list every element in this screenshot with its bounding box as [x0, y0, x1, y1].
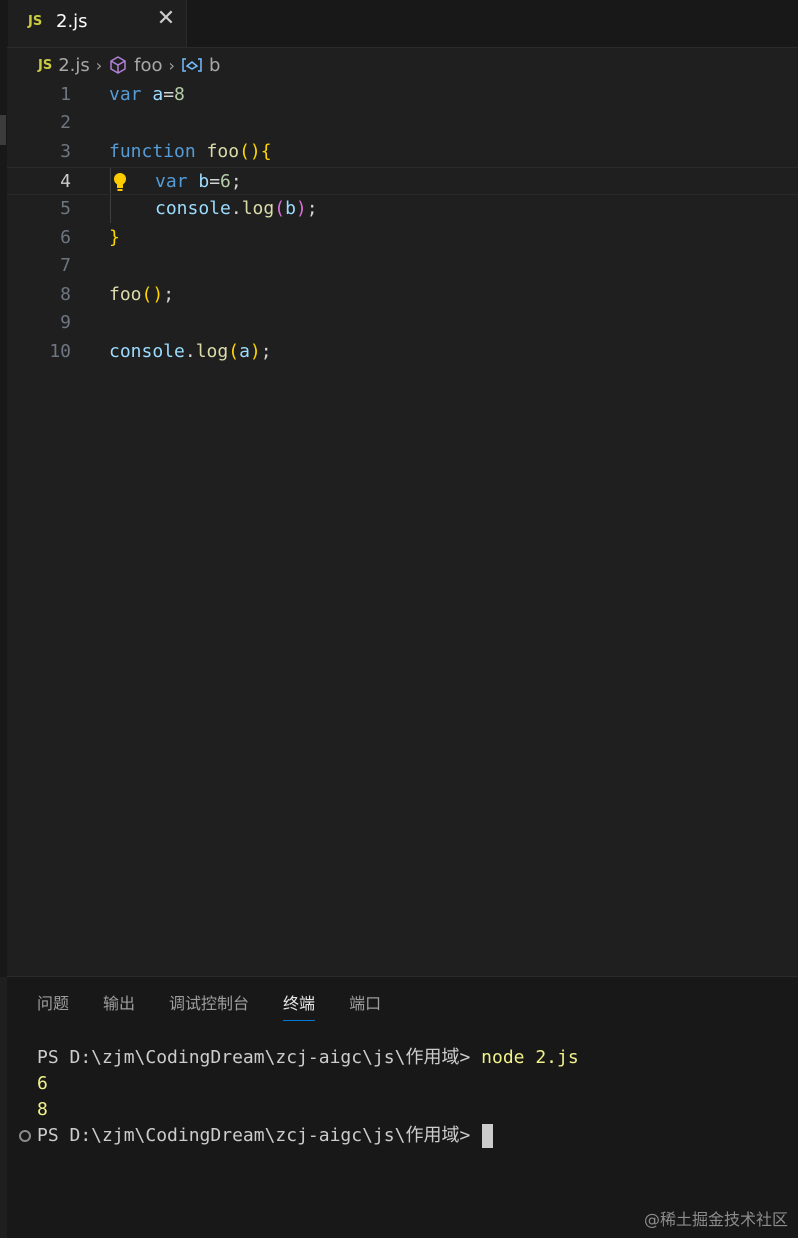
code-editor[interactable]: 1 var a=8 2 3 function foo(){ 4 var b=6;…	[7, 81, 798, 976]
code-line[interactable]: 8 foo();	[7, 281, 798, 309]
breadcrumb-variable[interactable]: b	[209, 55, 220, 76]
line-number: 4	[60, 171, 71, 192]
code-text: foo();	[109, 284, 175, 305]
line-number: 1	[60, 84, 71, 105]
line-number: 6	[60, 227, 71, 248]
terminal[interactable]: PS D:\zjm\CodingDream\zcj-aigc\js\作用域> n…	[19, 1045, 579, 1149]
line-number: 2	[60, 112, 71, 133]
tab-output[interactable]: 输出	[103, 993, 135, 1021]
chevron-right-icon: ›	[95, 55, 103, 75]
code-line[interactable]: 7	[7, 252, 798, 280]
code-line[interactable]: 5 console.log(b);	[7, 195, 798, 223]
terminal-line: PS D:\zjm\CodingDream\zcj-aigc\js\作用域> n…	[37, 1045, 579, 1071]
panel-tab-strip: 问题 输出 调试控制台 终端 端口	[37, 993, 415, 1021]
line-number: 3	[60, 141, 71, 162]
code-text: console.log(b);	[155, 198, 318, 219]
code-line[interactable]: 1 var a=8	[7, 81, 798, 109]
terminal-prompt: PS D:\zjm\CodingDream\zcj-aigc\js\作用域>	[37, 1125, 471, 1146]
line-number: 8	[60, 284, 71, 305]
code-text: console.log(a);	[109, 341, 272, 362]
code-text: var a=8	[109, 84, 185, 105]
tab-debug-console[interactable]: 调试控制台	[169, 993, 249, 1021]
watermark: @稀土掘金技术社区	[643, 1210, 788, 1229]
line-number: 9	[60, 312, 71, 333]
breadcrumb-function[interactable]: foo	[134, 55, 162, 76]
lightbulb-icon[interactable]	[112, 172, 128, 197]
code-line[interactable]: 3 function foo(){	[7, 138, 798, 166]
breadcrumb: JS 2.js › foo › b	[30, 53, 220, 77]
code-line[interactable]: 6 }	[7, 224, 798, 252]
terminal-command: node 2.js	[481, 1047, 579, 1068]
chevron-right-icon: ›	[168, 55, 175, 75]
code-line-current[interactable]: 4 var b=6;	[7, 167, 798, 195]
line-number: 7	[60, 255, 71, 276]
tab-problems[interactable]: 问题	[37, 993, 69, 1021]
variable-icon	[181, 57, 203, 73]
tab-terminal[interactable]: 终端	[283, 993, 316, 1021]
code-line[interactable]: 9	[7, 309, 798, 337]
javascript-file-icon: JS	[28, 14, 43, 29]
activity-strip	[0, 47, 7, 977]
code-text: function foo(){	[109, 141, 272, 162]
code-line[interactable]: 2	[7, 109, 798, 137]
code-text: var b=6;	[155, 171, 242, 192]
tab-2-js[interactable]: JS 2.js ✕	[8, 0, 187, 47]
terminal-line[interactable]: PS D:\zjm\CodingDream\zcj-aigc\js\作用域>	[19, 1123, 579, 1149]
status-circle-icon	[19, 1130, 31, 1142]
breadcrumb-file[interactable]: 2.js	[58, 55, 90, 76]
scroll-marker	[0, 115, 6, 145]
javascript-file-icon: JS	[38, 57, 53, 73]
close-icon[interactable]: ✕	[156, 8, 176, 30]
terminal-output: 6	[37, 1073, 48, 1094]
editor-tab-bar: JS 2.js ✕	[0, 0, 798, 48]
tab-ports[interactable]: 端口	[349, 993, 381, 1021]
terminal-output: 8	[37, 1099, 48, 1120]
terminal-cursor	[482, 1124, 494, 1148]
tab-label: 2.js	[56, 11, 88, 32]
terminal-prompt: PS D:\zjm\CodingDream\zcj-aigc\js\作用域>	[37, 1047, 471, 1068]
line-number: 5	[60, 198, 71, 219]
line-number: 10	[49, 341, 71, 362]
bottom-panel: 问题 输出 调试控制台 终端 端口 PS D:\zjm\CodingDream\…	[7, 976, 798, 1238]
code-text: }	[109, 227, 120, 248]
method-cube-icon	[108, 55, 128, 75]
code-line[interactable]: 10 console.log(a);	[7, 338, 798, 366]
